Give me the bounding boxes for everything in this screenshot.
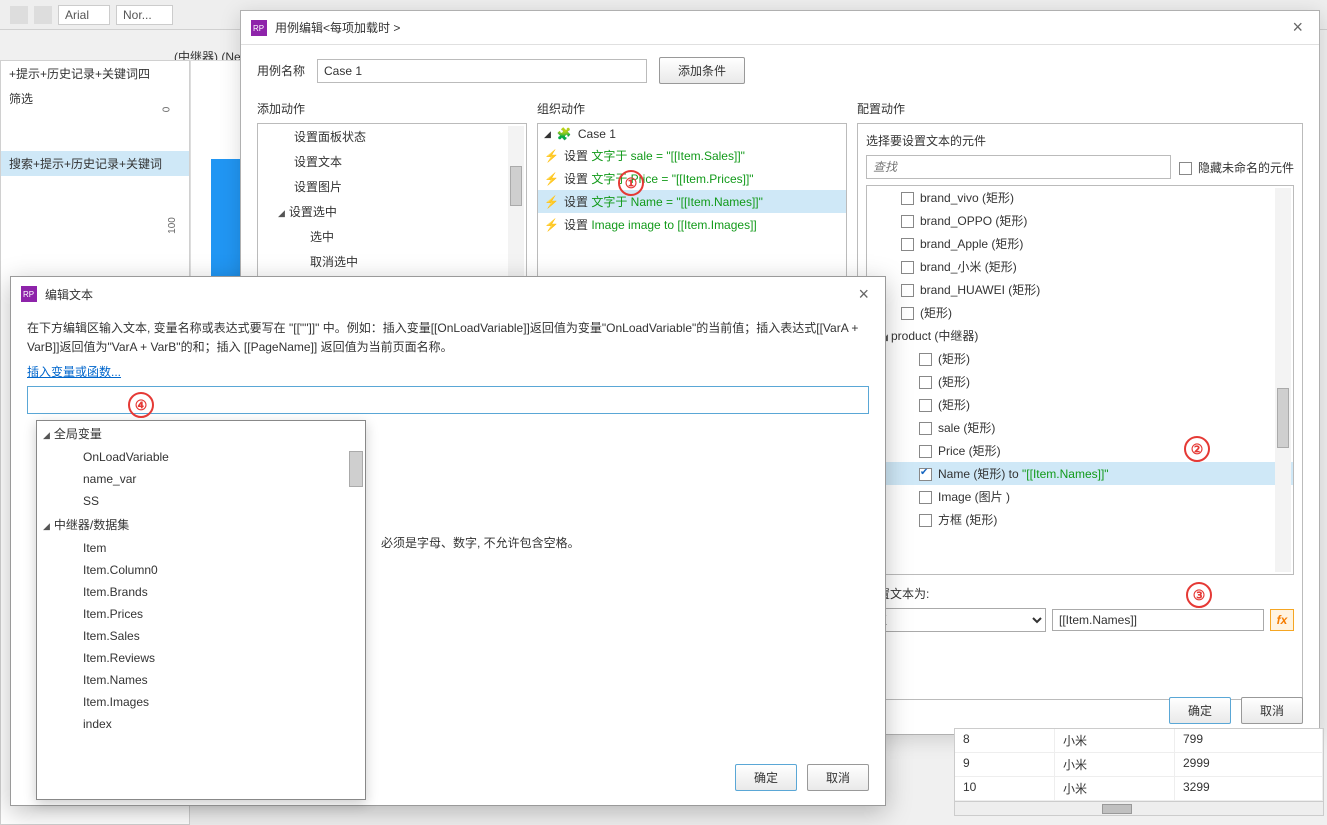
- lightning-icon: ⚡: [544, 195, 558, 209]
- tool-icon[interactable]: [62, 35, 80, 55]
- fx-button[interactable]: fx: [1270, 609, 1294, 631]
- organize-action-label: 组织动作: [537, 100, 847, 117]
- add-action-label: 添加动作: [257, 100, 527, 117]
- ok-button[interactable]: 确定: [1169, 697, 1231, 724]
- ruler-tick: 100: [167, 217, 178, 234]
- widget-item[interactable]: (矩形): [867, 393, 1293, 416]
- case-name-input[interactable]: [317, 59, 647, 83]
- widget-item-selected[interactable]: Name (矩形) to "[[Item.Names]]": [867, 462, 1293, 485]
- widget-item[interactable]: brand_小米 (矩形): [867, 255, 1293, 278]
- set-text-label: 设置文本为:: [866, 585, 1294, 602]
- widget-search-input[interactable]: [866, 155, 1171, 179]
- app-icon: RP: [251, 20, 267, 36]
- dropdown-item[interactable]: Item.Column0: [37, 559, 365, 581]
- hide-unnamed-checkbox[interactable]: 隐藏未命名的元件: [1179, 159, 1294, 176]
- table-row[interactable]: 9小米2999: [955, 753, 1323, 777]
- case-label: Case 1: [578, 127, 616, 141]
- widget-item[interactable]: brand_vivo (矩形): [867, 186, 1293, 209]
- dialog-titlebar: RP 用例编辑<每项加载时 > ×: [241, 11, 1319, 45]
- widget-item[interactable]: (矩形): [867, 347, 1293, 370]
- close-icon[interactable]: ×: [852, 284, 875, 305]
- dropdown-item[interactable]: Item: [37, 537, 365, 559]
- close-icon[interactable]: ×: [1286, 17, 1309, 38]
- action-item[interactable]: 设置文本: [258, 149, 526, 174]
- horizontal-scrollbar[interactable]: [955, 801, 1323, 815]
- dialog-title-text: 编辑文本: [45, 286, 93, 303]
- dropdown-item[interactable]: Item.Sales: [37, 625, 365, 647]
- widget-item[interactable]: brand_HUAWEI (矩形): [867, 278, 1293, 301]
- instruction-text: 在下方编辑区输入文本, 变量名称或表达式要写在 "[[""]]" 中。例如：插入…: [11, 311, 885, 363]
- font-style-select[interactable]: Nor...: [116, 5, 173, 25]
- widget-group[interactable]: ◢product (中继器): [867, 324, 1293, 347]
- action-item[interactable]: 设置面板状态: [258, 124, 526, 149]
- lightning-icon: ⚡: [544, 149, 558, 163]
- widget-item[interactable]: (矩形): [867, 301, 1293, 324]
- case-node[interactable]: ◢ 🧩 Case 1: [538, 124, 846, 144]
- dropdown-group[interactable]: 全局变量: [37, 421, 365, 446]
- cancel-button[interactable]: 取消: [1241, 697, 1303, 724]
- app-icon: RP: [21, 286, 37, 302]
- dropdown-item[interactable]: Item.Names: [37, 669, 365, 691]
- action-item[interactable]: 选中: [258, 224, 526, 249]
- lightning-icon: ⚡: [544, 218, 558, 232]
- value-input[interactable]: [1052, 609, 1264, 631]
- dropdown-item[interactable]: Item.Reviews: [37, 647, 365, 669]
- dropdown-item[interactable]: Item.Prices: [37, 603, 365, 625]
- ruler-tick: 0: [161, 107, 172, 113]
- dropdown-item[interactable]: Item.Brands: [37, 581, 365, 603]
- action-item[interactable]: 取消选中: [258, 249, 526, 274]
- tool-icon[interactable]: [88, 35, 106, 55]
- ok-button[interactable]: 确定: [735, 764, 797, 791]
- widget-item[interactable]: 方框 (矩形): [867, 508, 1293, 531]
- font-select[interactable]: Arial: [58, 5, 110, 25]
- widget-item[interactable]: Price (矩形): [867, 439, 1293, 462]
- action-group-item[interactable]: 设置选中: [258, 199, 526, 224]
- tool-icon[interactable]: [36, 35, 54, 55]
- tool-icon[interactable]: [10, 35, 28, 55]
- dropdown-item[interactable]: SS: [37, 490, 365, 512]
- widget-tree: brand_vivo (矩形) brand_OPPO (矩形) brand_Ap…: [866, 185, 1294, 575]
- dropdown-item[interactable]: index: [37, 713, 365, 735]
- action-item[interactable]: 设置图片: [258, 174, 526, 199]
- add-condition-button[interactable]: 添加条件: [659, 57, 745, 84]
- validation-hint: 必须是字母、数字, 不允许包含空格。: [381, 534, 869, 551]
- expand-icon[interactable]: ◢: [544, 129, 551, 140]
- dialog-title-text: 用例编辑<每项加载时 >: [275, 19, 400, 36]
- configure-action-label: 配置动作: [857, 100, 1303, 117]
- toolbar-icon[interactable]: [34, 6, 52, 24]
- scrollbar[interactable]: [1275, 188, 1291, 572]
- action-row-selected[interactable]: ⚡设置 文字于 Name = "[[Item.Names]]": [538, 190, 846, 213]
- action-row[interactable]: ⚡设置 文字于 sale = "[[Item.Sales]]": [538, 144, 846, 167]
- toolbar-icon[interactable]: [10, 6, 28, 24]
- insert-variable-link[interactable]: 插入变量或函数...: [11, 363, 885, 380]
- lightning-icon: ⚡: [544, 172, 558, 186]
- outline-node[interactable]: +提示+历史记录+关键词四: [1, 61, 189, 86]
- expression-input-wrapper: [27, 386, 869, 414]
- widget-item[interactable]: Image (图片 ): [867, 485, 1293, 508]
- scrollbar-thumb[interactable]: [349, 451, 363, 487]
- dropdown-item[interactable]: name_var: [37, 468, 365, 490]
- variable-dropdown: 全局变量 OnLoadVariable name_var SS 中继器/数据集 …: [36, 420, 366, 800]
- dropdown-item[interactable]: OnLoadVariable: [37, 446, 365, 468]
- case-name-label: 用例名称: [257, 62, 305, 79]
- dropdown-item[interactable]: Item.Images: [37, 691, 365, 713]
- table-row[interactable]: 8小米799: [955, 729, 1323, 753]
- widget-item[interactable]: (矩形): [867, 370, 1293, 393]
- table-row[interactable]: 10小米3299: [955, 777, 1323, 801]
- data-table: 8小米799 9小米2999 10小米3299: [954, 728, 1324, 816]
- cancel-button[interactable]: 取消: [807, 764, 869, 791]
- choose-widget-label: 选择要设置文本的元件: [866, 132, 1294, 149]
- action-row[interactable]: ⚡设置 Image image to [[Item.Images]]: [538, 213, 846, 236]
- case-icon: 🧩: [557, 127, 572, 141]
- widget-item[interactable]: brand_OPPO (矩形): [867, 209, 1293, 232]
- value-type-select[interactable]: 值: [866, 608, 1046, 632]
- widget-item[interactable]: brand_Apple (矩形): [867, 232, 1293, 255]
- outline-node-selected[interactable]: 搜索+提示+历史记录+关键词: [1, 151, 189, 176]
- widget-item[interactable]: sale (矩形): [867, 416, 1293, 439]
- expression-input[interactable]: [28, 387, 868, 413]
- dropdown-group[interactable]: 中继器/数据集: [37, 512, 365, 537]
- action-row[interactable]: ⚡设置 文字于 Price = "[[Item.Prices]]": [538, 167, 846, 190]
- dialog-titlebar: RP 编辑文本 ×: [11, 277, 885, 311]
